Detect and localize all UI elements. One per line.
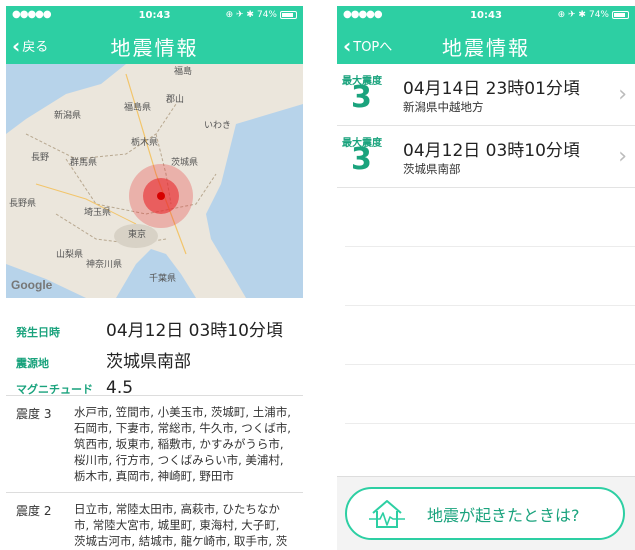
epicenter-row: 震源地 茨城県南部: [16, 347, 293, 372]
battery-percent: 74%: [588, 10, 609, 20]
house-heartbeat-icon: [347, 497, 427, 531]
quake-datetime: 04月14日 23時01分頃: [403, 79, 580, 99]
map-label: 福島: [174, 67, 193, 77]
map-label: 群馬県: [70, 158, 98, 168]
status-icons: ⊕ ✈ ✱: [225, 10, 254, 20]
epicenter-key: 震源地: [16, 357, 49, 370]
max-intensity-value: 3: [351, 142, 372, 177]
intensity-level: 震度 2: [16, 504, 52, 518]
bottom-bar: 地震が起きたときは?: [337, 476, 635, 550]
empty-list-row: [345, 306, 635, 365]
map-label: 新潟県: [54, 111, 82, 121]
nav-bar: ‹ 戻る 地震情報: [6, 26, 303, 64]
max-intensity-value: 3: [351, 80, 372, 115]
magnitude-key: マグニチュード: [16, 383, 93, 396]
intensity-level: 震度 3: [16, 407, 52, 421]
google-logo: Google: [11, 278, 53, 292]
magnitude-row: マグニチュード 4.5: [16, 378, 293, 398]
empty-list-row: [345, 365, 635, 424]
quake-info: 発生日時 04月12日 03時10分頃 震源地 茨城県南部 マグニチュード 4.…: [6, 298, 303, 398]
epicenter-value: 茨城県南部: [106, 352, 191, 372]
map-label: 長野: [31, 153, 50, 163]
quake-list-item[interactable]: 最大震度 3 04月12日 03時10分頃 茨城県南部 ›: [337, 126, 635, 188]
chevron-right-icon: ›: [618, 144, 627, 169]
battery-icon: [612, 11, 629, 19]
empty-list-row: [345, 424, 635, 483]
occurred-row: 発生日時 04月12日 03時10分頃: [16, 316, 293, 341]
page-title: 地震情報: [442, 36, 530, 60]
sea-area-north: [6, 64, 126, 134]
quake-region: 茨城県南部: [403, 162, 461, 176]
status-bar: ●●●●● 10:43 ⊕ ✈ ✱ 74%: [6, 6, 303, 26]
map-label: 神奈川県: [86, 260, 123, 270]
sea-area-east: [206, 104, 303, 298]
map-label: 東京: [128, 230, 147, 240]
page-title: 地震情報: [110, 36, 199, 60]
empty-list-row: [345, 188, 635, 247]
status-bar: ●●●●● 10:43 ⊕ ✈ ✱ 74%: [337, 6, 635, 26]
quake-detail-screen: ●●●●● 10:43 ⊕ ✈ ✱ 74% ‹ 戻る 地震情報 福島 郡山 新潟…: [6, 6, 303, 550]
epicenter-marker: [157, 192, 165, 200]
map-label: 栃木県: [131, 138, 159, 148]
magnitude-value: 4.5: [106, 378, 134, 398]
empty-list-row: [345, 247, 635, 306]
map-label: 郡山: [166, 95, 185, 105]
intensity-row: 震度 2 日立市, 常陸太田市, 高萩市, ひたちなか市, 常陸大宮市, 城里町…: [6, 493, 303, 550]
battery-icon: [280, 11, 297, 19]
map-label: 千葉県: [149, 274, 177, 284]
occurred-value: 04月12日 03時10分頃: [106, 321, 283, 341]
battery-percent: 74%: [256, 10, 277, 20]
intensity-cities: 日立市, 常陸太田市, 高萩市, ひたちなか市, 常陸大宮市, 城里町, 東海村…: [74, 502, 288, 548]
help-button-label: 地震が起きたときは?: [427, 505, 580, 525]
occurred-key: 発生日時: [16, 326, 60, 339]
quake-list-item[interactable]: 最大震度 3 04月14日 23時01分頃 新潟県中越地方 ›: [337, 64, 635, 126]
map-label: 福島県: [124, 103, 152, 113]
status-icons: ⊕ ✈ ✱: [557, 10, 586, 20]
map-label: 茨城県: [171, 158, 199, 168]
chevron-right-icon: ›: [618, 82, 627, 107]
quake-region: 新潟県中越地方: [403, 100, 484, 114]
map-label: 埼玉県: [84, 208, 112, 218]
quake-datetime: 04月12日 03時10分頃: [403, 141, 580, 161]
nav-bar: ‹ TOPへ 地震情報: [337, 26, 635, 64]
map-label: 長野県: [9, 199, 37, 209]
map-label: 山梨県: [56, 250, 84, 260]
map-background: [6, 64, 303, 298]
epicenter-map[interactable]: 福島 郡山 新潟県 福島県 いわき 長野 群馬県 栃木県 茨城県 長野県 埼玉県…: [6, 64, 303, 298]
map-label: いわき: [204, 121, 232, 131]
earthquake-help-button[interactable]: 地震が起きたときは?: [345, 487, 625, 540]
quake-list-screen: ●●●●● 10:43 ⊕ ✈ ✱ 74% ‹ TOPへ 地震情報 最大震度 3…: [337, 6, 635, 550]
intensity-cities: 水戸市, 笠間市, 小美玉市, 茨城町, 土浦市, 石岡市, 下妻市, 常総市,…: [74, 405, 291, 483]
intensity-row: 震度 3 水戸市, 笠間市, 小美玉市, 茨城町, 土浦市, 石岡市, 下妻市,…: [6, 396, 303, 493]
